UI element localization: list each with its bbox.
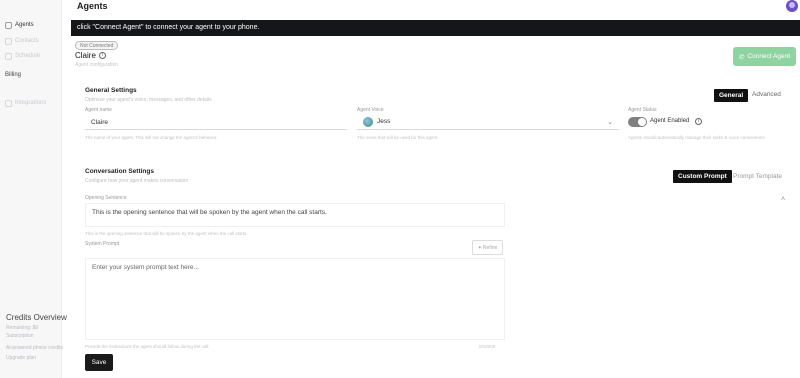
calendar-icon <box>5 52 12 60</box>
sidebar-item-agents[interactable]: Agents <box>5 20 34 30</box>
sparkle-icon: ✦ <box>477 244 482 251</box>
sidebar-item-integrations[interactable]: Integrations <box>5 98 46 108</box>
agent-status-toggle[interactable] <box>628 117 647 127</box>
opening-sentence-input[interactable]: This is the opening sentence that will b… <box>85 203 505 227</box>
system-prompt-help: Provide the instructions the agent shoul… <box>85 344 210 349</box>
avatar[interactable] <box>786 0 798 12</box>
credits-description: AI-powered phone credits <box>6 345 63 351</box>
opening-sentence-help: This is the opening sentence that will b… <box>85 231 248 236</box>
tab-general[interactable]: General <box>714 89 749 102</box>
sidebar-item-schedule[interactable]: Schedule <box>5 51 40 61</box>
info-banner: click "Connect Agent" to connect your ag… <box>71 20 800 36</box>
conversation-settings-subtitle: Configure how your agent makes conversat… <box>85 178 189 184</box>
system-prompt-input[interactable]: Enter your system prompt text here... <box>85 258 505 340</box>
agent-name-label: Agent name <box>85 107 112 113</box>
agent-name-text: Claire <box>75 51 96 60</box>
agent-status-label: Agent Status <box>628 107 657 113</box>
agent-voice-value: Jess <box>377 118 391 125</box>
credits-remaining: Remaining: $0 <box>6 325 39 331</box>
status-info-icon[interactable]: i <box>695 118 702 125</box>
general-settings-subtitle: Optimize your agent's voice, messages, a… <box>85 97 212 103</box>
char-count: 0/10000 <box>479 344 496 349</box>
sidebar-item-label: Contacts <box>15 38 39 44</box>
page-title: Agents <box>77 1 108 11</box>
agent-status-value: Agent Enabled <box>650 118 690 124</box>
agent-name-input[interactable]: Claire <box>85 116 347 130</box>
refine-button[interactable]: ✦ Refine <box>472 240 503 255</box>
agent-voice-label: Agent Voice <box>357 107 384 113</box>
connect-agent-button[interactable]: ✆ Connect Agent <box>733 47 796 66</box>
agent-subtitle: Agent configuration <box>75 62 119 68</box>
upgrade-plan-link[interactable]: Upgrade plan <box>6 355 36 361</box>
info-icon[interactable]: i <box>98 52 106 59</box>
conversation-settings-title: Conversation Settings <box>85 168 154 175</box>
general-settings-title: General Settings <box>85 87 137 94</box>
sidebar-item-contacts[interactable]: Contacts <box>5 36 39 46</box>
chevron-down-icon: ⌄ <box>607 118 613 126</box>
credits-title: Credits Overview <box>6 313 67 322</box>
sidebar-item-label: Schedule <box>15 53 41 59</box>
tab-advanced[interactable]: Advanced <box>748 88 785 101</box>
agent-voice-help: The voice that will be used for this age… <box>357 135 439 140</box>
home-icon <box>5 21 12 29</box>
tab-custom-prompt[interactable]: Custom Prompt <box>673 170 732 183</box>
book-icon <box>5 37 12 45</box>
refine-label: Refine <box>482 244 498 251</box>
sidebar-item-billing[interactable]: Billing <box>5 72 21 78</box>
sidebar-item-label: Integrations <box>15 100 47 106</box>
agent-voice-select[interactable]: Jess ⌄ <box>357 116 619 130</box>
status-badge: Not Connected <box>75 41 119 50</box>
chevron-up-icon[interactable]: ˄ <box>781 196 785 203</box>
opening-sentence-label: Opening Sentence <box>85 195 127 201</box>
save-button[interactable]: Save <box>85 354 113 371</box>
credits-subscription: Subscription <box>6 333 34 339</box>
system-prompt-label: System Prompt <box>85 241 120 247</box>
connect-agent-label: Connect Agent <box>747 53 791 60</box>
agent-status-help: Agents should automatically manage their… <box>628 135 766 140</box>
voice-avatar-icon <box>363 116 373 127</box>
sidebar-item-label: Agents <box>15 22 34 28</box>
agent-name-help: The name of your agent. This will not ch… <box>85 135 218 140</box>
phone-icon: ✆ <box>738 53 745 61</box>
plug-icon <box>5 99 12 107</box>
agent-name: Claire i <box>75 51 106 60</box>
tab-prompt-template[interactable]: Prompt Template <box>729 170 786 183</box>
